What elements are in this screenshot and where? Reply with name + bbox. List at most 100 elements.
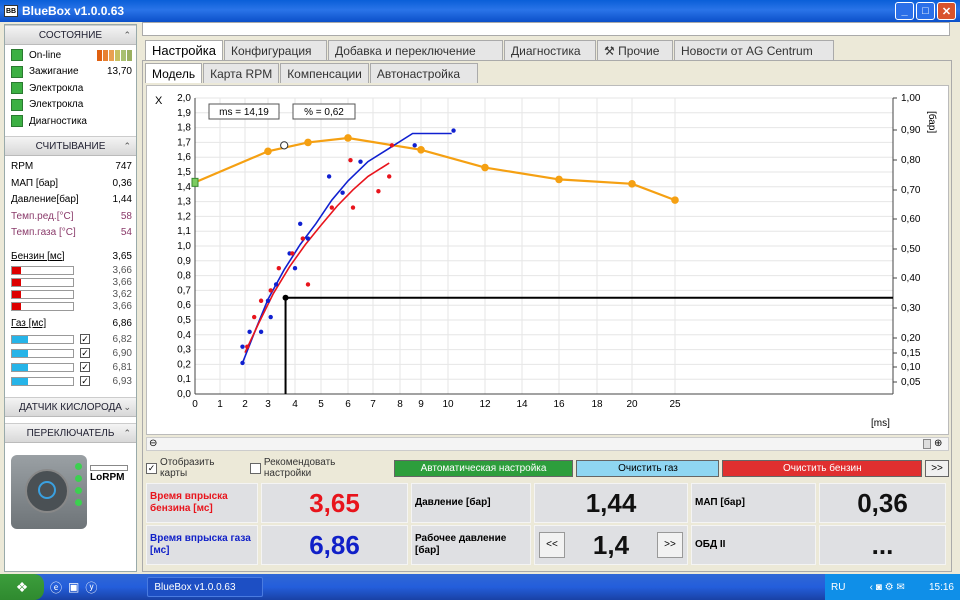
collapse-icon[interactable]: ⌃ xyxy=(123,424,131,443)
read-header[interactable]: СЧИТЫВАНИЕ ⌃ xyxy=(5,135,136,156)
status-led-icon xyxy=(11,82,23,95)
checkbox[interactable]: ✓ xyxy=(80,362,90,372)
y2-tick-label: 0,15 xyxy=(901,348,921,359)
checkbox[interactable]: ✓ xyxy=(80,334,90,344)
data-point xyxy=(268,314,273,320)
tab-diagnostics[interactable]: Диагностика xyxy=(504,40,596,60)
tab-setup[interactable]: Настройка xyxy=(145,40,223,60)
gas-injector-4: ✓ 6,93 xyxy=(5,374,136,388)
petrol-injector-4: 3,66 xyxy=(5,301,136,313)
data-point xyxy=(252,314,257,320)
options-row: ✓ Отобразить карты Рекомендовать настрой… xyxy=(146,457,949,479)
petrol-injector-2: 3,66 xyxy=(5,277,136,289)
subtab-rpm-map[interactable]: Карта RPM xyxy=(203,63,280,83)
y2-tick-label: 0,70 xyxy=(901,185,921,196)
checkbox[interactable]: ✓ xyxy=(80,348,90,358)
minimize-button[interactable]: _ xyxy=(895,2,914,20)
maximize-button[interactable]: □ xyxy=(916,2,935,20)
zoom-out-icon[interactable]: ⊖ xyxy=(149,438,157,449)
x-tick-label: 3 xyxy=(265,399,271,410)
curve-start-marker xyxy=(191,177,199,187)
subtab-autotune[interactable]: Автонастройка xyxy=(369,63,478,83)
tab-addition[interactable]: Добавка и переключение xyxy=(328,40,503,60)
checkbox[interactable]: ✓ xyxy=(80,376,90,386)
y2-tick-label: 1,00 xyxy=(901,93,921,104)
y-tick-label: 1,1 xyxy=(177,226,191,237)
data-point xyxy=(329,205,334,210)
clear-petrol-button[interactable]: Очистить бензин xyxy=(722,459,923,477)
left-panel: СОСТОЯНИЕ ⌃ On-line Зажигание 13,70 Электр… xyxy=(4,24,137,572)
switch-header[interactable]: ПЕРЕКЛЮЧАТЕЛЬ ⌃ xyxy=(5,423,136,443)
language-indicator[interactable]: RU xyxy=(831,582,845,593)
o2-sensor-header[interactable]: ДАТЧИК КИСЛОРОДА ⌄ xyxy=(5,397,136,417)
state-ignition: Зажигание 13,70 xyxy=(5,64,136,81)
gas-total: Газ [мс] 6,86 xyxy=(11,318,132,330)
data-point xyxy=(412,143,417,148)
zoom-in-icon[interactable]: ⊕ xyxy=(934,438,942,449)
chart-scrollbar[interactable]: ⊖ ⊕ xyxy=(146,437,949,451)
show-maps-checkbox[interactable]: ✓ xyxy=(146,462,157,474)
clear-gas-button[interactable]: Очистить газ xyxy=(576,459,720,477)
petrol-injector-1: 3,66 xyxy=(5,265,136,277)
tray-icons[interactable]: ‹ ◙ ⚙ ✉ xyxy=(870,582,905,593)
folder-icon[interactable]: ▣ xyxy=(68,580,79,594)
curve-point xyxy=(264,147,272,156)
taskbar-app-button[interactable]: BlueBox v1.0.0.63 xyxy=(147,577,264,597)
collapse-icon[interactable]: ⌃ xyxy=(123,26,131,45)
data-point xyxy=(298,221,303,226)
y-tick-label: 1,8 xyxy=(177,123,191,134)
switch-device-icon[interactable] xyxy=(11,455,87,529)
tab-config[interactable]: Конфигурация xyxy=(224,40,327,60)
increase-pressure-button[interactable]: >> xyxy=(657,532,683,558)
tab-other[interactable]: ⚒ Прочие xyxy=(597,40,673,60)
x-tick-label: 8 xyxy=(397,399,403,410)
lorpm-label: LoRPM xyxy=(90,472,125,483)
y-tick-label: 0,4 xyxy=(177,330,191,341)
map-label-cell: МАП [бар] xyxy=(691,483,816,523)
x-tick-label: 1 xyxy=(217,399,223,410)
chart-svg[interactable]: 0 1 2 3 4 5 6 7 8 9 10 12 14 16 18 20 250,00,10,20,30,40… xyxy=(147,86,948,434)
x-tick-label: 25 xyxy=(669,399,681,410)
collapse-icon[interactable]: ⌃ xyxy=(123,137,131,156)
curve-point xyxy=(481,163,489,172)
curve-point xyxy=(555,175,563,184)
expand-icon[interactable]: ⌄ xyxy=(123,398,131,417)
tab-news[interactable]: Новости от AG Centrum xyxy=(674,40,834,60)
scroll-thumb[interactable] xyxy=(923,439,931,449)
x-tick-label: 18 xyxy=(591,399,603,410)
state-diagnostics: Диагностика xyxy=(5,113,136,130)
status-led-icon xyxy=(11,115,23,128)
close-button[interactable]: ✕ xyxy=(937,2,956,20)
data-point xyxy=(247,329,252,335)
windows-logo-icon: ❖ xyxy=(15,578,29,595)
more-button[interactable]: >> xyxy=(925,459,949,477)
injection-chart[interactable]: 0 1 2 3 4 5 6 7 8 9 10 12 14 16 18 20 25 0,0 0,1 0,2 0,3 0,4 0… xyxy=(146,85,949,435)
data-point xyxy=(348,157,353,163)
y2-tick-label: 0,40 xyxy=(901,273,921,284)
gas-time-value-cell: 6,86 xyxy=(261,525,408,565)
y-tick-label: 0,5 xyxy=(177,315,191,326)
series-line-blue-line xyxy=(241,132,452,364)
y-tick-label: 1,5 xyxy=(177,167,191,178)
top-status-bar xyxy=(142,22,950,36)
data-point xyxy=(350,205,356,210)
lorpm-indicator xyxy=(90,465,128,471)
reading-reducer-temp: Темп.ред.[°C] 58 xyxy=(11,210,132,222)
y2-tick-label: 0,30 xyxy=(901,303,921,314)
y2-tick-label: 0,05 xyxy=(901,377,921,388)
data-point xyxy=(305,282,311,287)
state-valve-1: Электрокла xyxy=(5,80,136,97)
petrol-time-value-cell: 3,65 xyxy=(261,483,408,523)
system-tray: RU ‹ ◙ ⚙ ✉ 15:16 xyxy=(825,574,960,600)
subtab-model[interactable]: Модель xyxy=(145,63,203,83)
state-header[interactable]: СОСТОЯНИЕ ⌃ xyxy=(5,25,136,45)
browser-icon[interactable]: ⓨ xyxy=(85,579,97,596)
subtab-compensations[interactable]: Компенсации xyxy=(280,63,369,83)
recommend-checkbox[interactable] xyxy=(249,462,261,474)
curve-open-marker xyxy=(280,141,289,150)
decrease-pressure-button[interactable]: << xyxy=(539,532,565,558)
start-button[interactable]: ❖ xyxy=(0,574,44,600)
ie-icon[interactable]: ⓔ xyxy=(50,579,62,596)
auto-tune-button[interactable]: Автоматическая настройка xyxy=(393,459,574,477)
petrol-injector-3: 3,62 xyxy=(5,289,136,301)
